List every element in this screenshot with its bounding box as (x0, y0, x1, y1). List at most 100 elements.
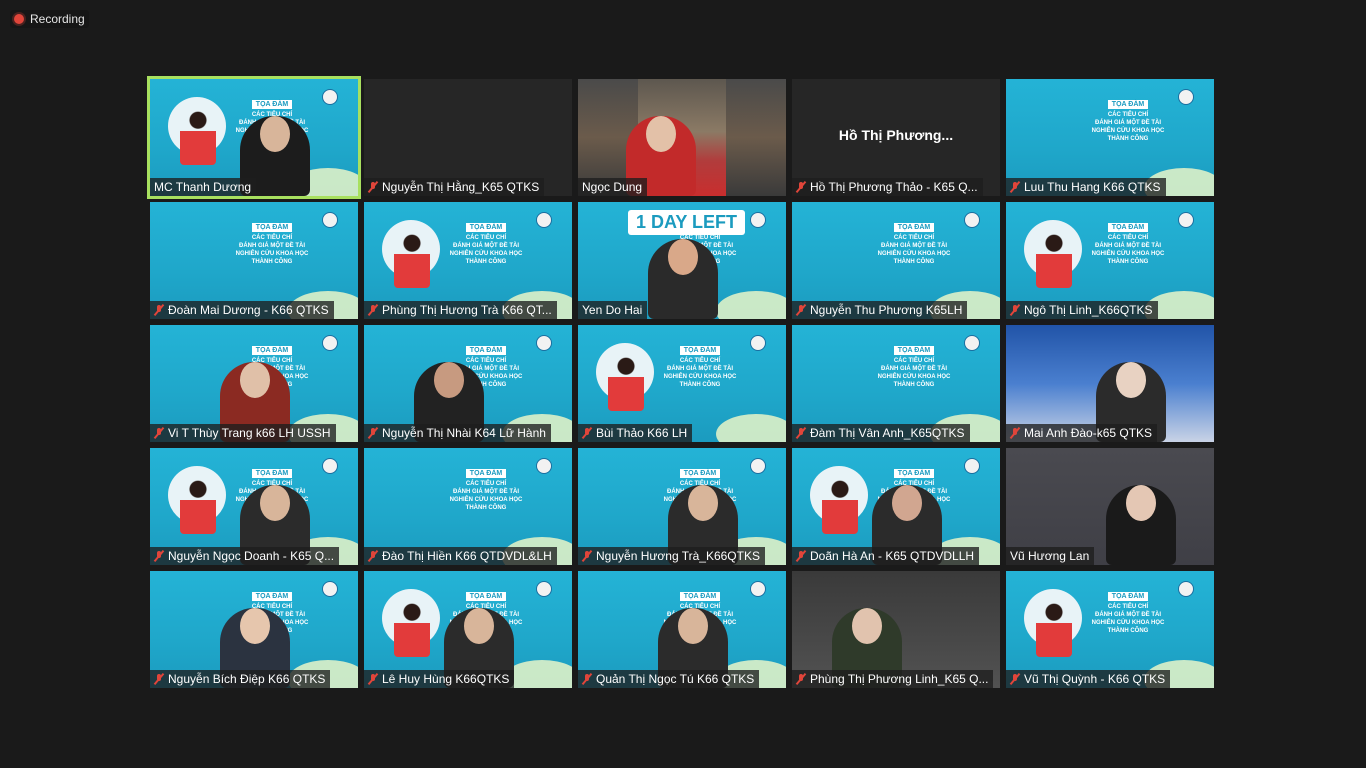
participant-tile[interactable]: TỌA ĐÀMCÁC TIÊU CHÍĐÁNH GIÁ MỘT ĐỀ TÀING… (792, 202, 1000, 319)
slide-text: TỌA ĐÀM CÁC TIÊU CHÍ ĐÁNH GIÁ MỘT ĐỀ TÀI NG… (210, 216, 334, 299)
slide-text: TỌA ĐÀM CÁC TIÊU CHÍ ĐÁNH GIÁ MỘT ĐỀ TÀI NG… (1066, 216, 1190, 299)
slide-line: ĐÁNH GIÁ MỘT ĐỀ TÀI (239, 243, 305, 249)
participant-silhouette (648, 239, 718, 319)
participant-name-label: Yen Do Hai (578, 301, 648, 319)
slide-line: NGHIÊN CỨU KHOA HỌC (877, 374, 951, 380)
participant-tile[interactable]: Mai Anh Đào-k65 QTKS (1006, 325, 1214, 442)
slide-tag: TỌA ĐÀM (679, 469, 721, 478)
participant-tile[interactable]: TỌA ĐÀMCÁC TIÊU CHÍĐÁNH GIÁ MỘT ĐỀ TÀING… (150, 325, 358, 442)
mic-muted-icon (796, 181, 806, 193)
participant-name: Yen Do Hai (582, 303, 643, 317)
participant-tile[interactable]: TỌA ĐÀMCÁC TIÊU CHÍĐÁNH GIÁ MỘT ĐỀ TÀING… (147, 76, 361, 199)
participant-name: Nguyễn Bích Điệp K66 QTKS (168, 672, 326, 686)
slide-tag: TỌA ĐÀM (251, 100, 293, 109)
participant-tile[interactable]: TỌA ĐÀMCÁC TIÊU CHÍĐÁNH GIÁ MỘT ĐỀ TÀING… (792, 448, 1000, 565)
participant-name-label: Nguyễn Thị Hằng_K65 QTKS (364, 178, 545, 196)
slide-line: THÀNH CÔNG (1107, 628, 1149, 634)
slide-text: TỌA ĐÀM CÁC TIÊU CHÍ ĐÁNH GIÁ MỘT ĐỀ TÀI NG… (1066, 585, 1190, 668)
participant-name-label: Bùi Thảo K66 LH (578, 424, 693, 442)
slide-tag: TỌA ĐÀM (1107, 592, 1149, 601)
slide-tag: TỌA ĐÀM (251, 346, 293, 355)
mic-muted-icon (1010, 427, 1020, 439)
participant-tile[interactable]: TỌA ĐÀMCÁC TIÊU CHÍĐÁNH GIÁ MỘT ĐỀ TÀING… (1006, 202, 1214, 319)
participant-tile[interactable]: TỌA ĐÀMCÁC TIÊU CHÍĐÁNH GIÁ MỘT ĐỀ TÀING… (578, 325, 786, 442)
recording-indicator[interactable]: Recording (10, 10, 89, 28)
participant-name: Ngô Thị Linh_K66QTKS (1024, 303, 1153, 317)
slide-line: NGHIÊN CỨU KHOA HỌC (877, 251, 951, 257)
participant-name-label: Lê Huy Hùng K66QTKS (364, 670, 515, 688)
slide-tag: TỌA ĐÀM (251, 592, 293, 601)
slide-text: TỌA ĐÀM CÁC TIÊU CHÍ ĐÁNH GIÁ MỘT ĐỀ TÀI NG… (1066, 93, 1190, 176)
mic-muted-icon (368, 427, 378, 439)
participant-face (688, 485, 718, 521)
slide-text: TỌA ĐÀM CÁC TIÊU CHÍ ĐÁNH GIÁ MỘT ĐỀ TÀI NG… (424, 216, 548, 299)
participant-tile[interactable]: TỌA ĐÀMCÁC TIÊU CHÍĐÁNH GIÁ MỘT ĐỀ TÀING… (1006, 79, 1214, 196)
participant-tile[interactable]: Phùng Thị Phương Linh_K65 Q... (792, 571, 1000, 688)
slide-tag: TỌA ĐÀM (465, 469, 507, 478)
center-participant-name: Hồ Thị Phương... (838, 127, 954, 143)
slide-line: NGHIÊN CỨU KHOA HỌC (1091, 251, 1165, 257)
participant-tile[interactable]: TỌA ĐÀMCÁC TIÊU CHÍĐÁNH GIÁ MỘT ĐỀ TÀING… (150, 448, 358, 565)
participant-face (240, 362, 270, 398)
mic-muted-icon (368, 550, 378, 562)
participant-name: Đào Thị Hiền K66 QTDVDL&LH (382, 549, 552, 563)
participant-face (646, 116, 676, 152)
slide-line: CÁC TIÊU CHÍ (465, 235, 507, 241)
slide-line: CÁC TIÊU CHÍ (679, 235, 721, 241)
slide-line: CÁC TIÊU CHÍ (1107, 604, 1149, 610)
recording-label: Recording (30, 12, 85, 26)
participant-name-label: Đoàn Mai Dương - K66 QTKS (150, 301, 334, 319)
participant-face (240, 608, 270, 644)
slide-tag: TỌA ĐÀM (1107, 223, 1149, 232)
participant-tile[interactable]: TỌA ĐÀMCÁC TIÊU CHÍĐÁNH GIÁ MỘT ĐỀ TÀING… (150, 202, 358, 319)
mic-muted-icon (796, 427, 806, 439)
participant-tile[interactable]: TỌA ĐÀMCÁC TIÊU CHÍĐÁNH GIÁ MỘT ĐỀ TÀING… (150, 571, 358, 688)
slide-line: NGHIÊN CỨU KHOA HỌC (1091, 128, 1165, 134)
participant-tile[interactable]: TỌA ĐÀMCÁC TIÊU CHÍĐÁNH GIÁ MỘT ĐỀ TÀING… (792, 325, 1000, 442)
participant-name-label: Vũ Hương Lan (1006, 547, 1095, 565)
slide-line: CÁC TIÊU CHÍ (1107, 235, 1149, 241)
participant-tile[interactable]: TỌA ĐÀMCÁC TIÊU CHÍĐÁNH GIÁ MỘT ĐỀ TÀING… (364, 571, 572, 688)
participant-tile[interactable]: Hồ Thị Phương... Hồ Thị Phương Thảo - K65… (792, 79, 1000, 196)
participant-name: Nguyễn Thị Hằng_K65 QTKS (382, 180, 540, 194)
slide-tag: TỌA ĐÀM (465, 592, 507, 601)
participant-name: Phùng Thị Hương Trà K66 QT... (382, 303, 552, 317)
participant-face (1116, 362, 1146, 398)
participant-name-label: Doãn Hà An - K65 QTDVDLLH (792, 547, 980, 565)
slide-line: NGHIÊN CỨU KHOA HỌC (1091, 620, 1165, 626)
mic-muted-icon (582, 427, 592, 439)
participant-tile[interactable]: TỌA ĐÀMCÁC TIÊU CHÍĐÁNH GIÁ MỘT ĐỀ TÀING… (578, 202, 786, 319)
slide-line: THÀNH CÔNG (893, 382, 935, 388)
participant-name: Nguyễn Thị Nhài K64 Lữ Hành (382, 426, 546, 440)
slide-line: THÀNH CÔNG (251, 259, 293, 265)
mic-muted-icon (154, 427, 164, 439)
participant-tile[interactable]: TỌA ĐÀMCÁC TIÊU CHÍĐÁNH GIÁ MỘT ĐỀ TÀING… (578, 571, 786, 688)
participant-name-label: Vi T Thùy Trang k66 LH USSH (150, 424, 336, 442)
participant-tile[interactable]: TỌA ĐÀMCÁC TIÊU CHÍĐÁNH GIÁ MỘT ĐỀ TÀING… (364, 202, 572, 319)
slide-line: CÁC TIÊU CHÍ (893, 235, 935, 241)
slide-line: THÀNH CÔNG (1107, 136, 1149, 142)
slide-line: ĐÁNH GIÁ MỘT ĐỀ TÀI (881, 366, 947, 372)
participant-tile[interactable]: Vũ Hương Lan (1006, 448, 1214, 565)
participant-tile[interactable]: TỌA ĐÀMCÁC TIÊU CHÍĐÁNH GIÁ MỘT ĐỀ TÀING… (1006, 571, 1214, 688)
participant-name-label: Nguyễn Bích Điệp K66 QTKS (150, 670, 331, 688)
slide-line: THÀNH CÔNG (893, 259, 935, 265)
participant-tile[interactable]: Nguyễn Thị Hằng_K65 QTKS (364, 79, 572, 196)
participant-tile[interactable]: TỌA ĐÀMCÁC TIÊU CHÍĐÁNH GIÁ MỘT ĐỀ TÀING… (364, 325, 572, 442)
participant-tile[interactable]: Ngọc Dung (578, 79, 786, 196)
slide-tag: TỌA ĐÀM (465, 223, 507, 232)
participant-name-label: Nguyễn Ngọc Doanh - K65 Q... (150, 547, 340, 565)
participant-tile[interactable]: TỌA ĐÀMCÁC TIÊU CHÍĐÁNH GIÁ MỘT ĐỀ TÀING… (578, 448, 786, 565)
slide-line: CÁC TIÊU CHÍ (1107, 112, 1149, 118)
participant-tile[interactable]: TỌA ĐÀMCÁC TIÊU CHÍĐÁNH GIÁ MỘT ĐỀ TÀING… (364, 448, 572, 565)
participant-name-label: Đào Thị Hiền K66 QTDVDL&LH (364, 547, 557, 565)
mic-muted-icon (154, 673, 164, 685)
slide-line: THÀNH CÔNG (679, 382, 721, 388)
video-gallery-grid: TỌA ĐÀM CÁC TIÊU CHÍ ĐÁNH GIÁ MỘT ĐỀ TÀI NG… (147, 76, 1214, 688)
slide-line: CÁC TIÊU CHÍ (251, 358, 293, 364)
participant-face (1126, 485, 1156, 521)
slide-tag: TỌA ĐÀM (1107, 100, 1149, 109)
mic-muted-icon (582, 550, 592, 562)
participant-name-label: Vũ Thị Quỳnh - K66 QTKS (1006, 670, 1171, 688)
participant-name: Đoàn Mai Dương - K66 QTKS (168, 303, 329, 317)
